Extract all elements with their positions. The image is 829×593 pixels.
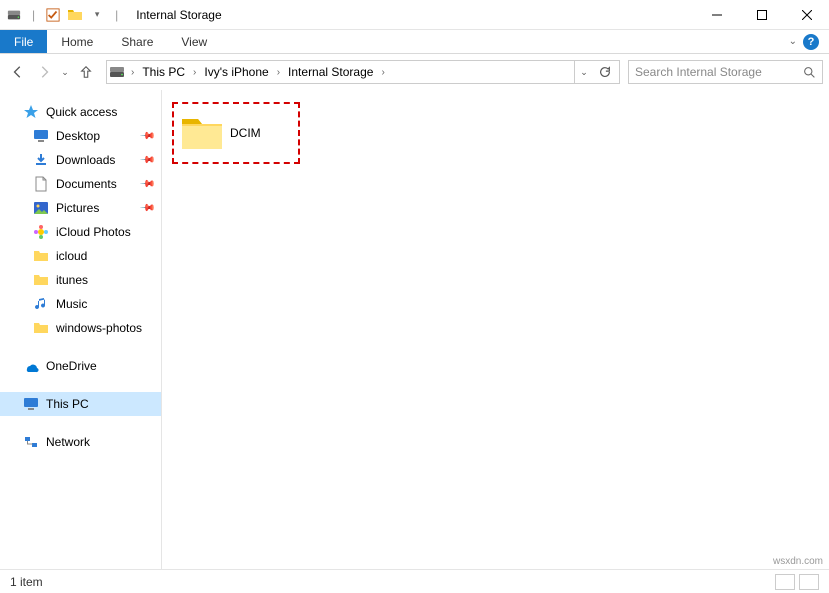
- address-dropdown-icon[interactable]: ⌄: [575, 60, 593, 84]
- breadcrumb-segment[interactable]: Ivy's iPhone: [198, 61, 274, 83]
- sidebar-item-desktop[interactable]: Desktop 📌: [0, 124, 161, 148]
- chevron-right-icon[interactable]: ›: [379, 67, 386, 78]
- tab-share[interactable]: Share: [107, 30, 167, 53]
- navbar: ⌄ › This PC › Ivy's iPhone › Internal St…: [0, 54, 829, 90]
- pin-icon: 📌: [138, 200, 155, 217]
- separator-icon: |: [32, 8, 35, 22]
- pictures-icon: [32, 199, 50, 217]
- sidebar-item-label: Network: [46, 435, 90, 449]
- statusbar: 1 item: [0, 569, 829, 593]
- icloud-photos-icon: [32, 223, 50, 241]
- quick-access-toolbar: | ▾ |: [0, 7, 128, 23]
- sidebar-item-windows-photos[interactable]: windows-photos: [0, 316, 161, 340]
- window-controls: [694, 0, 829, 30]
- address-bar[interactable]: › This PC › Ivy's iPhone › Internal Stor…: [106, 60, 620, 84]
- body: Quick access Desktop 📌 Downloads 📌 Docum…: [0, 90, 829, 569]
- sidebar-item-quick-access[interactable]: Quick access: [0, 100, 161, 124]
- search-placeholder: Search Internal Storage: [635, 65, 803, 79]
- this-pc-icon: [22, 395, 40, 413]
- drive-icon[interactable]: [6, 7, 22, 23]
- sidebar-item-label: Quick access: [46, 105, 117, 119]
- desktop-icon: [32, 127, 50, 145]
- sidebar-item-label: Documents: [56, 177, 117, 191]
- sidebar-item-label: This PC: [46, 397, 89, 411]
- sidebar-item-pictures[interactable]: Pictures 📌: [0, 196, 161, 220]
- window-title: Internal Storage: [136, 8, 221, 22]
- large-icons-view-button[interactable]: [799, 574, 819, 590]
- sidebar-item-label: windows-photos: [56, 321, 142, 335]
- check-icon[interactable]: [45, 7, 61, 23]
- folder-icon: [178, 109, 226, 157]
- separator-icon: |: [115, 8, 118, 22]
- folder-label: DCIM: [230, 126, 261, 140]
- sidebar: Quick access Desktop 📌 Downloads 📌 Docum…: [0, 90, 162, 569]
- pin-icon: 📌: [138, 152, 155, 169]
- sidebar-item-label: Music: [56, 297, 87, 311]
- ribbon-collapse-icon[interactable]: ⌄: [789, 36, 797, 47]
- sidebar-item-this-pc[interactable]: This PC: [0, 392, 161, 416]
- sidebar-item-network[interactable]: Network: [0, 430, 161, 454]
- minimize-button[interactable]: [694, 0, 739, 30]
- breadcrumb-segment[interactable]: Internal Storage: [282, 61, 379, 83]
- titlebar: | ▾ | Internal Storage: [0, 0, 829, 30]
- folder-icon: [32, 319, 50, 337]
- drive-icon: [109, 64, 125, 80]
- sidebar-item-onedrive[interactable]: OneDrive: [0, 354, 161, 378]
- sidebar-item-icloud-photos[interactable]: iCloud Photos: [0, 220, 161, 244]
- file-tab[interactable]: File: [0, 30, 47, 53]
- sidebar-item-documents[interactable]: Documents 📌: [0, 172, 161, 196]
- search-input[interactable]: Search Internal Storage: [628, 60, 823, 84]
- network-icon: [22, 433, 40, 451]
- sidebar-item-label: OneDrive: [46, 359, 97, 373]
- sidebar-item-downloads[interactable]: Downloads 📌: [0, 148, 161, 172]
- downloads-icon: [32, 151, 50, 169]
- tab-home[interactable]: Home: [47, 30, 107, 53]
- folder-icon: [32, 271, 50, 289]
- watermark: wsxdn.com: [773, 556, 823, 567]
- folder-item-dcim[interactable]: DCIM: [172, 102, 300, 164]
- sidebar-item-itunes[interactable]: itunes: [0, 268, 161, 292]
- sidebar-item-label: iCloud Photos: [56, 225, 131, 239]
- sidebar-item-label: Downloads: [56, 153, 115, 167]
- search-icon: [803, 66, 816, 79]
- quick-access-icon: [22, 103, 40, 121]
- recent-dropdown-icon[interactable]: ⌄: [58, 60, 72, 84]
- chevron-right-icon[interactable]: ›: [275, 67, 282, 78]
- sidebar-item-label: Pictures: [56, 201, 99, 215]
- ribbon: File Home Share View ⌄ ?: [0, 30, 829, 54]
- documents-icon: [32, 175, 50, 193]
- pin-icon: 📌: [138, 128, 155, 145]
- back-button[interactable]: [6, 60, 30, 84]
- forward-button: [32, 60, 56, 84]
- maximize-button[interactable]: [739, 0, 784, 30]
- sidebar-item-icloud[interactable]: icloud: [0, 244, 161, 268]
- breadcrumb-segment[interactable]: This PC: [136, 61, 191, 83]
- sidebar-item-label: itunes: [56, 273, 88, 287]
- chevron-right-icon[interactable]: ›: [129, 67, 136, 78]
- music-icon: [32, 295, 50, 313]
- refresh-button[interactable]: [593, 60, 617, 84]
- pin-icon: 📌: [138, 176, 155, 193]
- up-button[interactable]: [74, 60, 98, 84]
- tab-view[interactable]: View: [167, 30, 221, 53]
- content-area[interactable]: DCIM: [162, 90, 829, 569]
- folder-icon: [67, 7, 83, 23]
- onedrive-icon: [22, 357, 40, 375]
- sidebar-item-music[interactable]: Music: [0, 292, 161, 316]
- sidebar-item-label: icloud: [56, 249, 87, 263]
- help-icon[interactable]: ?: [803, 34, 819, 50]
- details-view-button[interactable]: [775, 574, 795, 590]
- item-count: 1 item: [10, 575, 43, 589]
- sidebar-item-label: Desktop: [56, 129, 100, 143]
- chevron-right-icon[interactable]: ›: [191, 67, 198, 78]
- folder-icon: [32, 247, 50, 265]
- qat-dropdown-icon[interactable]: ▾: [89, 7, 105, 23]
- close-button[interactable]: [784, 0, 829, 30]
